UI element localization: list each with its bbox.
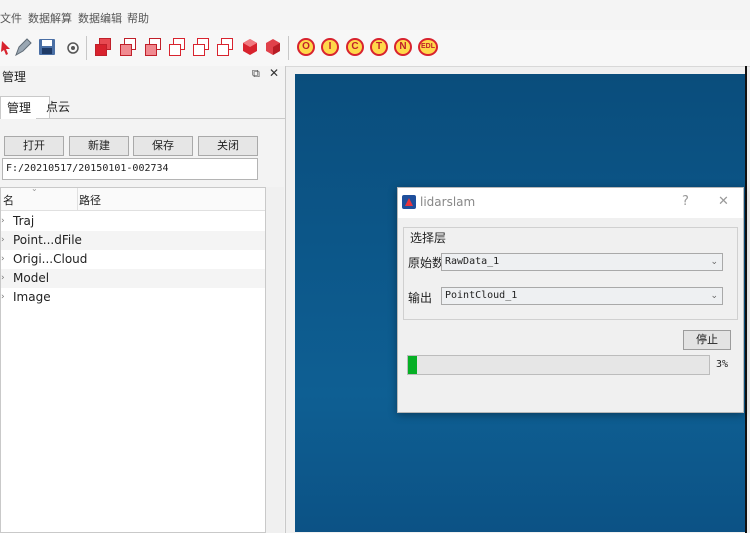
mode-t-button[interactable]: T [370, 38, 388, 56]
path-field[interactable]: F:/20210517/20150101-002734 [2, 158, 258, 180]
dialog-titlebar: lidarslam ? ✕ [398, 188, 743, 218]
menu-file[interactable]: 文件 [0, 10, 22, 26]
help-button[interactable]: ? [682, 194, 689, 209]
tree-header: 名 路径 ⌄ [1, 184, 265, 211]
tree-item-traj[interactable]: › Traj [1, 212, 265, 231]
input-layer-select[interactable]: RawData_1 ⌄ [441, 253, 723, 271]
chevron-down-icon: ⌄ [710, 291, 718, 301]
output-layer-select[interactable]: PointCloud_1 ⌄ [441, 287, 723, 305]
menu-help[interactable]: 帮助 [127, 10, 149, 26]
cube-left-icon[interactable] [145, 38, 161, 56]
camera-icon[interactable] [63, 37, 83, 57]
toolbar-divider [288, 36, 289, 60]
expand-arrow-icon[interactable]: › [1, 269, 5, 288]
expand-arrow-icon[interactable]: › [1, 231, 5, 250]
float-icon[interactable]: ⧉ [252, 67, 260, 81]
cube-iso-icon[interactable] [240, 37, 260, 57]
toolbar-divider [86, 36, 87, 60]
column-divider [77, 188, 78, 210]
dialog-title: lidarslam [420, 195, 476, 209]
save-button[interactable]: 保存 [133, 136, 193, 156]
save-disk-icon[interactable] [37, 37, 57, 57]
sort-chevron-icon: ⌄ [31, 184, 38, 193]
tree-item-point-file[interactable]: › Point...dFile [1, 231, 265, 250]
progress-fill [408, 356, 418, 374]
menu-bar: 文件 数据解算 数据编辑 帮助 [0, 0, 750, 30]
tab-point-cloud[interactable]: 点云 [40, 96, 82, 118]
cube-right-icon[interactable] [169, 38, 185, 56]
chevron-down-icon: ⌄ [710, 257, 718, 267]
new-button[interactable]: 新建 [69, 136, 129, 156]
cube-back-icon[interactable] [120, 38, 136, 56]
dialog-close-button[interactable]: ✕ [718, 194, 729, 209]
menu-data-solve[interactable]: 数据解算 [28, 10, 72, 26]
layer-group-box [403, 227, 738, 320]
open-button[interactable]: 打开 [4, 136, 64, 156]
panel-scrollbar[interactable] [266, 187, 284, 533]
expand-arrow-icon[interactable]: › [1, 250, 5, 269]
expand-arrow-icon[interactable]: › [1, 288, 5, 307]
close-button[interactable]: 关闭 [198, 136, 258, 156]
toolbar: O I C T N EDL [0, 30, 750, 67]
tree-item-origin-cloud[interactable]: › Origi...Cloud [1, 250, 265, 269]
mode-i-button[interactable]: I [321, 38, 339, 56]
tree-item-image[interactable]: › Image [1, 288, 265, 307]
progress-percent: 3% [716, 359, 729, 370]
cube-bottom-icon[interactable] [217, 38, 233, 56]
stop-button[interactable]: 停止 [683, 330, 731, 350]
menu-data-edit[interactable]: 数据编辑 [78, 10, 122, 26]
mode-o-button[interactable]: O [297, 38, 315, 56]
output-label: 输出 [408, 291, 433, 305]
app-logo-icon [402, 195, 416, 209]
cube-top-icon[interactable] [193, 38, 209, 56]
input-label: 原始数据 [408, 256, 442, 270]
close-icon[interactable]: ✕ [269, 66, 279, 80]
mode-c-button[interactable]: C [346, 38, 364, 56]
progress-bar [407, 355, 710, 375]
cube-front-icon[interactable] [95, 38, 111, 56]
tab-underline [36, 118, 285, 119]
viewport-edge [745, 66, 747, 533]
column-path[interactable]: 路径 [79, 192, 101, 208]
panel-title: 管理 [2, 70, 27, 84]
column-name[interactable]: 名 [3, 192, 14, 208]
cube-iso-2-icon[interactable] [263, 37, 283, 57]
panel-title-bar: 管理 ⧉ ✕ [0, 66, 285, 86]
mode-edl-button[interactable]: EDL [418, 38, 438, 56]
tree-item-model[interactable]: › Model [1, 269, 265, 288]
pencil-icon[interactable] [12, 37, 32, 57]
expand-arrow-icon[interactable]: › [1, 212, 5, 231]
mode-n-button[interactable]: N [394, 38, 412, 56]
